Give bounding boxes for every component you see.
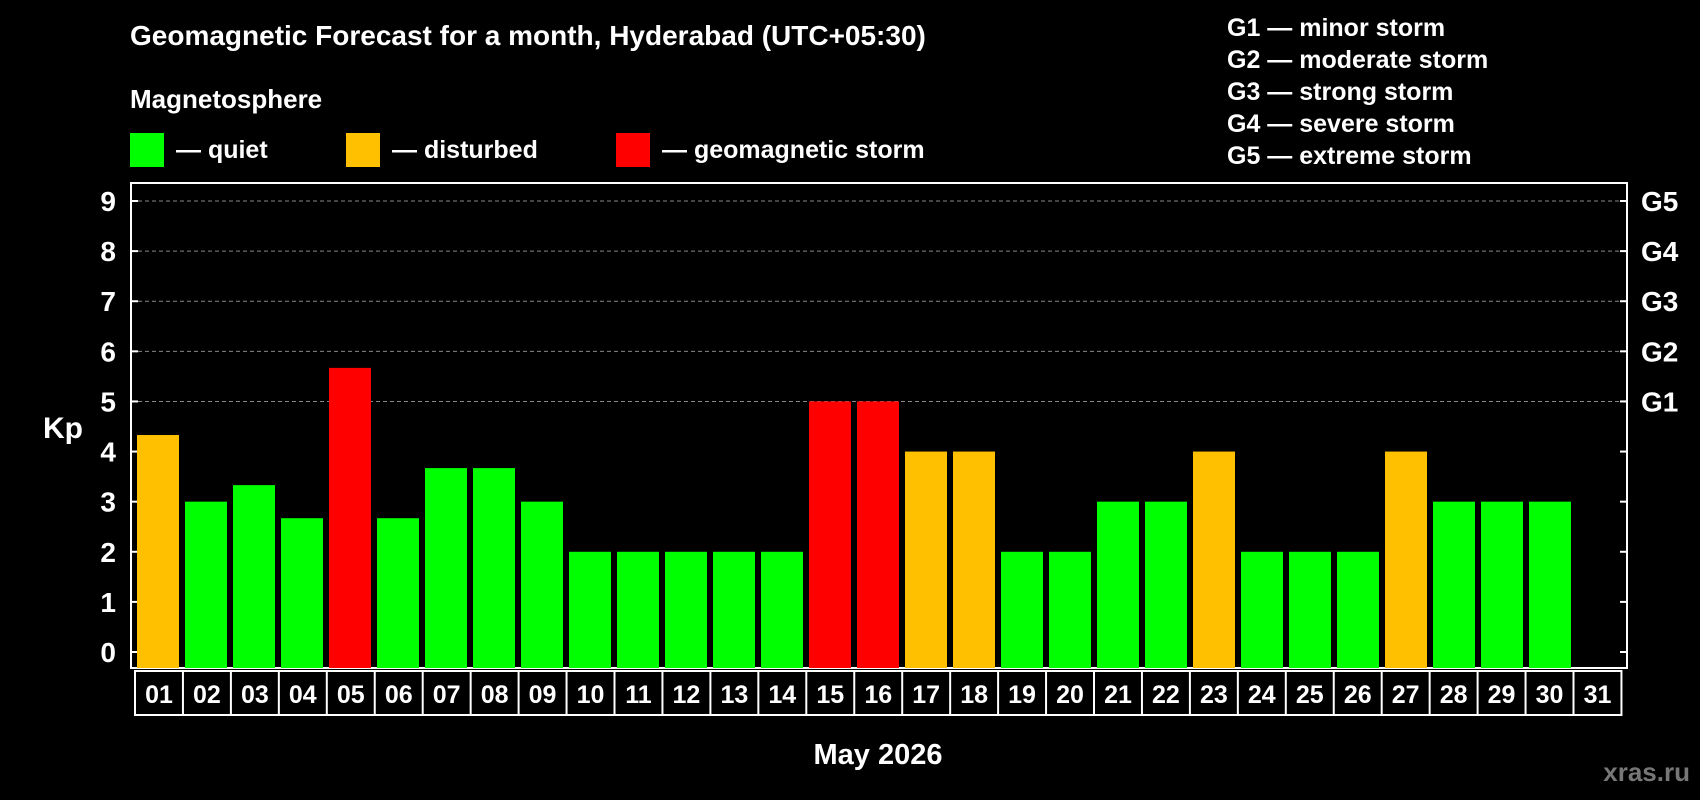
bar-day-24 <box>1241 551 1283 668</box>
bar-day-26 <box>1337 551 1379 668</box>
g-scale-label: G1 <box>1641 386 1678 417</box>
bar-day-01 <box>137 435 179 668</box>
x-tick-label: 05 <box>337 681 365 709</box>
bar-day-09 <box>521 501 563 668</box>
kp-bar-chart: 0123456789G1G2G3G4G5Kp01 02 03 04 05 06 07 08 09… <box>43 182 1679 771</box>
x-tick-label: 27 <box>1392 681 1420 709</box>
x-tick-label: 17 <box>912 681 940 709</box>
g-scale-label: G2 <box>1641 336 1678 367</box>
g-scale-label: G3 <box>1641 286 1678 317</box>
x-tick-label: 11 <box>625 681 652 709</box>
x-tick-label: 06 <box>385 681 413 709</box>
x-tick-label: 03 <box>241 681 269 709</box>
x-tick-label: 10 <box>577 681 605 709</box>
x-tick-label: 07 <box>433 681 461 709</box>
bar-day-11 <box>617 551 659 668</box>
y-tick-label: 9 <box>100 186 116 217</box>
x-tick-label: 31 <box>1584 681 1612 709</box>
y-axis-label: Kp <box>43 412 83 445</box>
bar-day-16 <box>857 401 899 668</box>
bar-day-27 <box>1385 451 1427 668</box>
y-tick-label: 2 <box>100 537 116 568</box>
y-tick-label: 5 <box>100 386 116 417</box>
x-tick-label: 16 <box>864 681 892 709</box>
x-tick-label: 29 <box>1488 681 1516 709</box>
x-tick-label: 09 <box>529 681 557 709</box>
g-scale-label: G5 <box>1641 186 1678 217</box>
x-tick-label: 15 <box>816 681 844 709</box>
x-axis-label: May 2026 <box>814 739 943 771</box>
x-tick-label: 02 <box>193 681 221 709</box>
bar-day-23 <box>1193 451 1235 668</box>
watermark: xras.ru <box>1603 757 1690 787</box>
x-tick-label: 26 <box>1344 681 1372 709</box>
x-tick-label: 13 <box>720 681 748 709</box>
x-tick-label: 01 <box>145 681 173 709</box>
bar-day-10 <box>569 551 611 668</box>
bar-day-15 <box>809 401 851 668</box>
x-tick-label: 28 <box>1440 681 1468 709</box>
y-tick-label: 3 <box>100 487 116 518</box>
bar-day-18 <box>953 451 995 668</box>
bar-day-03 <box>233 485 275 668</box>
bar-day-20 <box>1049 551 1091 668</box>
bar-day-02 <box>185 501 227 668</box>
bar-day-08 <box>473 468 515 668</box>
x-tick-label: 08 <box>481 681 509 709</box>
x-tick-label: 23 <box>1200 681 1228 709</box>
bar-day-22 <box>1145 501 1187 668</box>
y-tick-label: 4 <box>100 437 116 468</box>
bar-day-19 <box>1001 551 1043 668</box>
x-tick-label: 14 <box>768 681 796 709</box>
bar-day-04 <box>281 518 323 668</box>
bar-day-07 <box>425 468 467 668</box>
bar-day-06 <box>377 518 419 668</box>
y-tick-label: 7 <box>100 286 116 317</box>
bar-day-05 <box>329 367 371 668</box>
x-tick-label: 22 <box>1152 681 1180 709</box>
x-tick-label: 20 <box>1056 681 1084 709</box>
x-tick-label: 30 <box>1536 681 1564 709</box>
bar-day-29 <box>1481 501 1523 668</box>
y-tick-label: 1 <box>100 587 116 618</box>
x-tick-label: 21 <box>1104 681 1132 709</box>
bar-day-28 <box>1433 501 1475 668</box>
x-tick-label: 19 <box>1008 681 1036 709</box>
x-tick-label: 25 <box>1296 681 1324 709</box>
x-tick-label: 04 <box>289 681 317 709</box>
bar-day-25 <box>1289 551 1331 668</box>
x-tick-label: 18 <box>960 681 988 709</box>
bar-day-30 <box>1529 501 1571 668</box>
y-tick-label: 8 <box>100 236 116 267</box>
x-tick-label: 12 <box>673 681 701 709</box>
bar-day-12 <box>665 551 707 668</box>
y-tick-label: 0 <box>100 637 116 668</box>
y-tick-label: 6 <box>100 336 116 367</box>
bar-day-13 <box>713 551 755 668</box>
bar-day-14 <box>761 551 803 668</box>
g-scale-label: G4 <box>1641 236 1679 267</box>
x-tick-label: 24 <box>1248 681 1276 709</box>
bar-day-21 <box>1097 501 1139 668</box>
bar-day-17 <box>905 451 947 668</box>
